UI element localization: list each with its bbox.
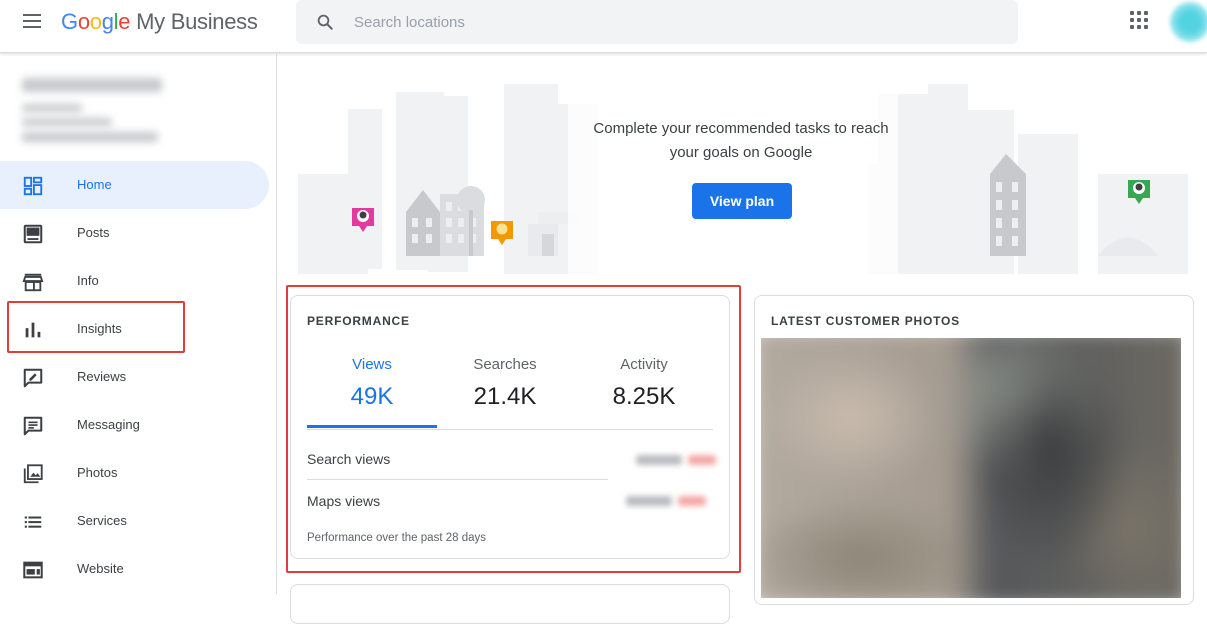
sidebar-item-label: Posts	[77, 225, 110, 240]
sidebar-item-label: Reviews	[77, 369, 127, 384]
banner-text-line: Complete your recommended tasks to reach	[593, 120, 889, 137]
next-card	[290, 584, 730, 624]
sidebar-item-label: Messaging	[77, 417, 140, 432]
reviews-icon	[23, 368, 43, 388]
search-bar[interactable]	[296, 0, 1018, 44]
top-app-bar: Google My Business	[0, 0, 1207, 53]
search-input[interactable]	[354, 11, 954, 33]
banner-text-line: your goals on Google	[669, 144, 813, 161]
message-icon	[23, 416, 43, 436]
account-avatar[interactable]	[1170, 2, 1207, 42]
website-icon	[23, 561, 43, 579]
product-name: My Business	[136, 9, 258, 34]
sidebar-item-label: Photos	[77, 465, 118, 480]
card-title: LATEST CUSTOMER PHOTOS	[771, 314, 960, 328]
search-icon[interactable]	[316, 13, 334, 31]
sidebar-item-label: Info	[77, 273, 99, 288]
sidebar-item-reviews[interactable]: Reviews	[0, 353, 269, 401]
photo-blurred	[761, 338, 1181, 598]
sidebar-item-services[interactable]: Services	[0, 497, 269, 545]
sidebar-item-label: Home	[77, 177, 112, 192]
insights-highlight-box	[7, 301, 185, 353]
sidebar-item-info[interactable]: Info	[0, 257, 269, 305]
customer-photo[interactable]	[761, 338, 1181, 598]
posts-icon	[23, 224, 43, 244]
menu-icon[interactable]	[18, 10, 48, 34]
banner-message: Complete your recommended tasks to reach…	[566, 117, 916, 165]
photos-icon	[23, 464, 43, 484]
list-icon	[24, 516, 42, 528]
performance-highlight-box	[286, 285, 741, 573]
dashboard-icon	[23, 176, 43, 196]
sidebar-item-messaging[interactable]: Messaging	[0, 401, 269, 449]
sidebar-item-home[interactable]: Home	[0, 161, 269, 209]
sidebar-item-website[interactable]: Website	[0, 545, 269, 593]
view-plan-button[interactable]: View plan	[692, 183, 792, 219]
sidebar-item-label: Services	[77, 513, 127, 528]
sidebar-item-label: Website	[77, 561, 124, 576]
apps-grid-icon[interactable]	[1130, 11, 1150, 31]
sidebar-item-posts[interactable]: Posts	[0, 209, 269, 257]
app-logo[interactable]: Google My Business	[61, 9, 258, 35]
sidebar: Home Posts Info Insights Reviews Messagi…	[0, 54, 277, 594]
business-info-redacted	[18, 72, 178, 152]
recommendation-banner: Complete your recommended tasks to reach…	[278, 54, 1207, 276]
storefront-icon	[22, 273, 44, 292]
main-content: Complete your recommended tasks to reach…	[278, 54, 1207, 624]
city-illustration	[298, 54, 1188, 276]
sidebar-item-photos[interactable]: Photos	[0, 449, 269, 497]
customer-photos-card: LATEST CUSTOMER PHOTOS	[754, 295, 1194, 605]
